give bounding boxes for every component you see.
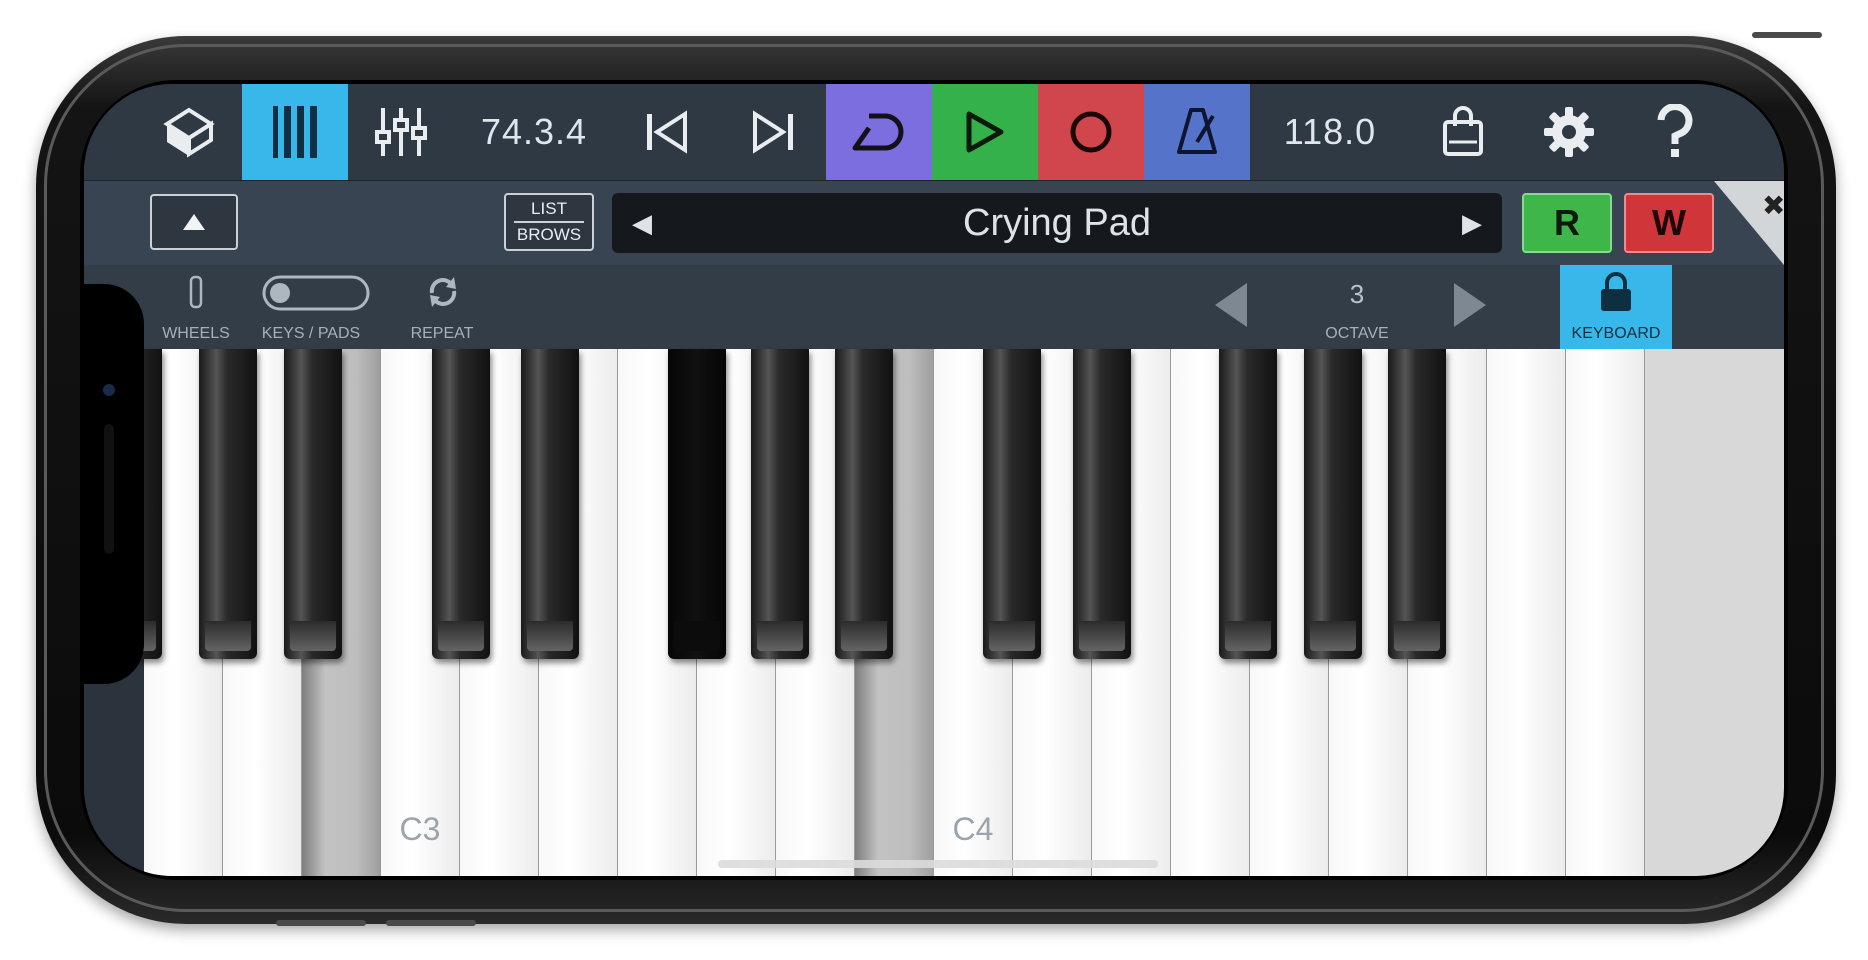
black-key[interactable] <box>1073 349 1131 659</box>
speaker <box>104 424 114 554</box>
keys-pads-label: KEYS / PADS <box>261 325 361 342</box>
octave-label: OCTAVE <box>1325 325 1389 342</box>
black-key[interactable] <box>1219 349 1277 659</box>
black-key[interactable] <box>751 349 809 659</box>
black-key[interactable] <box>284 349 342 659</box>
octave-label-wrap: OCTAVE <box>1307 265 1407 349</box>
triangle-up-icon <box>183 214 205 230</box>
list-label: LIST <box>531 199 567 218</box>
list-browse-button[interactable]: LIST BROWS <box>504 193 594 251</box>
skip-back-button[interactable] <box>614 84 720 180</box>
piano-keyboard: C3 C4 <box>104 349 1784 876</box>
cube-button[interactable] <box>136 84 242 180</box>
help-button[interactable] <box>1622 84 1728 180</box>
keyboard-label: KEYBOARD <box>1571 325 1661 342</box>
note-label-c3: C3 <box>399 811 441 847</box>
close-button[interactable]: ✖ <box>1714 181 1784 265</box>
metronome-icon <box>1177 108 1217 154</box>
side-button <box>1752 32 1822 38</box>
collapse-button[interactable] <box>150 194 238 250</box>
repeat-toggle[interactable]: REPEAT <box>382 265 502 349</box>
octave-down-button[interactable] <box>1207 265 1257 349</box>
triangle-right-icon <box>1454 283 1486 327</box>
keyboard-lock-button[interactable]: KEYBOARD <box>1560 265 1672 349</box>
divider <box>514 221 584 223</box>
black-key[interactable] <box>1388 349 1446 659</box>
record-button[interactable] <box>1038 84 1144 180</box>
next-preset-button[interactable]: ▶ <box>1462 193 1482 253</box>
shop-button[interactable] <box>1410 84 1516 180</box>
wheels-label: WHEELS <box>162 325 230 342</box>
skip-forward-icon <box>753 110 793 154</box>
black-key[interactable] <box>199 349 257 659</box>
shop-bag-icon <box>1443 106 1483 156</box>
preset-bar: LIST BROWS ◀ Crying Pad ▶ R W ✖ <box>84 180 1784 266</box>
preset-name: Crying Pad <box>963 202 1151 244</box>
app-screen: 74.3.4 118.0 LIST BROWS ◀ Crying Pad ▶ R… <box>84 84 1784 876</box>
white-key[interactable] <box>1566 349 1645 876</box>
wheel-icon <box>189 275 203 309</box>
cube-icon <box>163 107 215 158</box>
metronome-button[interactable] <box>1144 84 1250 180</box>
repeat-label: REPEAT <box>410 325 474 342</box>
write-button[interactable]: W <box>1624 193 1714 253</box>
octave-up-button[interactable] <box>1444 265 1494 349</box>
triangle-left-icon <box>1215 283 1247 327</box>
top-toolbar: 74.3.4 118.0 <box>84 84 1784 180</box>
close-glyph: ✖ <box>1762 189 1784 222</box>
loop-icon <box>852 113 904 151</box>
camera <box>103 384 115 396</box>
skip-back-icon <box>647 110 687 154</box>
close-icon: ✖ <box>1714 181 1784 265</box>
mixer-icon <box>375 108 427 156</box>
black-key[interactable] <box>983 349 1041 659</box>
wheels-toggle[interactable]: WHEELS <box>146 265 246 349</box>
volume-button <box>386 920 476 926</box>
note-label-c4: C4 <box>952 811 994 847</box>
gear-icon <box>1544 107 1594 157</box>
black-key-pressed[interactable] <box>668 349 726 659</box>
piano-icon <box>273 106 317 158</box>
read-button[interactable]: R <box>1522 193 1612 253</box>
piano-view-button[interactable] <box>242 84 348 180</box>
mixer-button[interactable] <box>348 84 454 180</box>
repeat-icon <box>429 277 457 307</box>
black-key[interactable] <box>521 349 579 659</box>
play-button[interactable] <box>932 84 1038 180</box>
play-icon <box>966 111 1004 153</box>
lock-icon <box>1601 272 1631 311</box>
browse-label: BROWS <box>516 225 582 244</box>
loop-button[interactable] <box>826 84 932 180</box>
tempo-display[interactable]: 118.0 <box>1250 84 1410 180</box>
record-icon <box>1070 111 1112 153</box>
position-display[interactable]: 74.3.4 <box>454 84 614 180</box>
notch <box>84 284 144 684</box>
black-key[interactable] <box>835 349 893 659</box>
keys-pads-toggle[interactable]: KEYS / PADS <box>246 265 376 349</box>
black-key[interactable] <box>1304 349 1362 659</box>
preset-selector[interactable]: ◀ Crying Pad ▶ <box>612 193 1502 253</box>
black-key[interactable] <box>432 349 490 659</box>
controls-bar: WHEELS KEYS / PADS REPEAT 3 OCTAVE KEYBO… <box>84 265 1784 349</box>
help-icon <box>1657 104 1693 157</box>
white-key[interactable] <box>1487 349 1566 876</box>
volume-button <box>276 920 366 926</box>
toggle-switch-icon <box>262 275 370 311</box>
settings-button[interactable] <box>1516 84 1622 180</box>
home-indicator[interactable] <box>718 860 1158 868</box>
skip-forward-button[interactable] <box>720 84 826 180</box>
